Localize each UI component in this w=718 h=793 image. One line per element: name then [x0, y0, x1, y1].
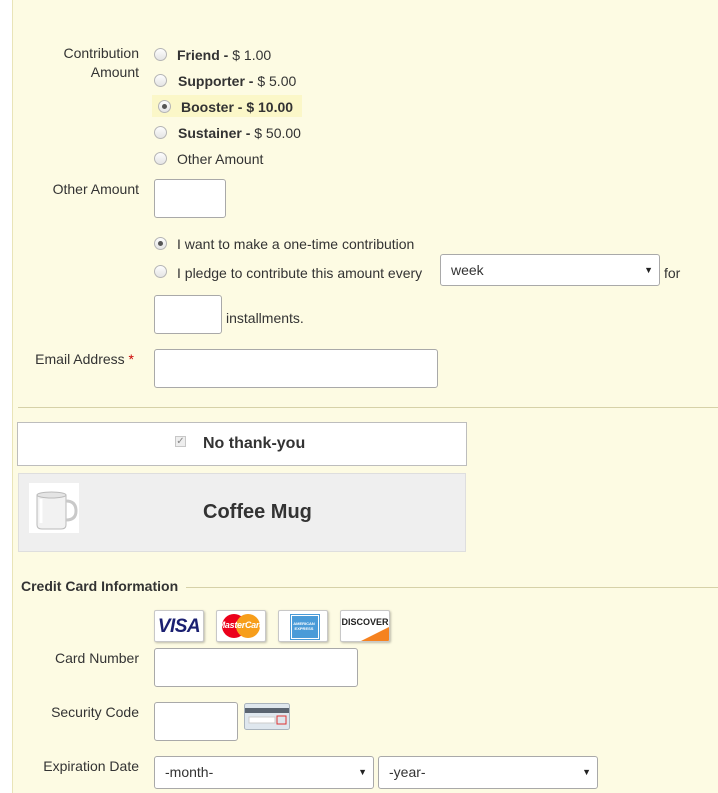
radio-friend[interactable]	[154, 48, 167, 61]
chevron-down-icon: ▼	[582, 767, 591, 777]
checkbox-checked-icon[interactable]: ✓	[175, 436, 186, 447]
expiration-date-label: Expiration Date	[43, 758, 139, 774]
option-friend: Friend - $ 1.00	[177, 47, 272, 63]
option-other-amount: Other Amount	[177, 151, 264, 167]
security-code-label: Security Code	[51, 704, 139, 720]
radio-pledge[interactable]	[154, 265, 167, 278]
email-label: Email Address *	[35, 351, 134, 367]
radio-booster[interactable]	[158, 100, 171, 113]
card-number-label: Card Number	[54, 650, 139, 666]
divider	[18, 407, 718, 408]
card-number-input[interactable]	[154, 648, 358, 687]
donation-form	[12, 0, 718, 793]
radio-other-amount[interactable]	[154, 152, 167, 165]
pledge-period-select[interactable]: week ▼	[440, 254, 660, 286]
expiration-year-value: -year-	[389, 764, 426, 780]
expiration-month-value: -month-	[165, 764, 214, 780]
discover-icon: DISCOVER	[340, 610, 390, 642]
chevron-down-icon: ▼	[358, 767, 367, 777]
coffee-mug-image	[29, 483, 79, 533]
email-input[interactable]	[154, 349, 438, 388]
coffee-mug-label: Coffee Mug	[203, 501, 312, 523]
security-code-input[interactable]	[154, 702, 238, 741]
mastercard-icon: MasterCard	[216, 610, 266, 642]
no-thanks-label: No thank-you	[203, 435, 306, 452]
cvv-card-icon	[244, 703, 290, 730]
premium-no-thanks-option[interactable]: ✓ No thank-you	[17, 422, 467, 466]
for-label: for	[664, 265, 681, 281]
installments-label: installments.	[226, 310, 304, 326]
required-marker: *	[128, 351, 134, 367]
other-amount-label: Other Amount	[52, 181, 139, 197]
visa-card-icon: VISA	[154, 610, 204, 642]
credit-card-legend: Credit Card Information	[21, 578, 179, 594]
installments-input[interactable]	[154, 295, 222, 334]
contribution-amount-label: Contribution Amount	[63, 45, 140, 80]
one-time-label: I want to make a one-time contribution	[177, 236, 415, 252]
expiration-year-select[interactable]: -year- ▼	[378, 756, 598, 789]
pledge-label: I pledge to contribute this amount every	[177, 265, 423, 281]
option-supporter: Supporter - $ 5.00	[178, 73, 297, 89]
american-express-icon: AMERICAN EXPRESS	[278, 610, 328, 642]
chevron-down-icon: ▼	[644, 265, 653, 275]
radio-supporter[interactable]	[154, 74, 167, 87]
radio-one-time[interactable]	[154, 237, 167, 250]
expiration-month-select[interactable]: -month- ▼	[154, 756, 374, 789]
other-amount-input[interactable]	[154, 179, 226, 218]
radio-sustainer[interactable]	[154, 126, 167, 139]
option-sustainer: Sustainer - $ 50.00	[178, 125, 301, 141]
pledge-period-value: week	[451, 262, 484, 278]
premium-coffee-mug-option[interactable]: Coffee Mug	[18, 473, 466, 552]
legend-line	[186, 587, 718, 588]
option-booster: Booster - $ 10.00	[181, 99, 294, 115]
